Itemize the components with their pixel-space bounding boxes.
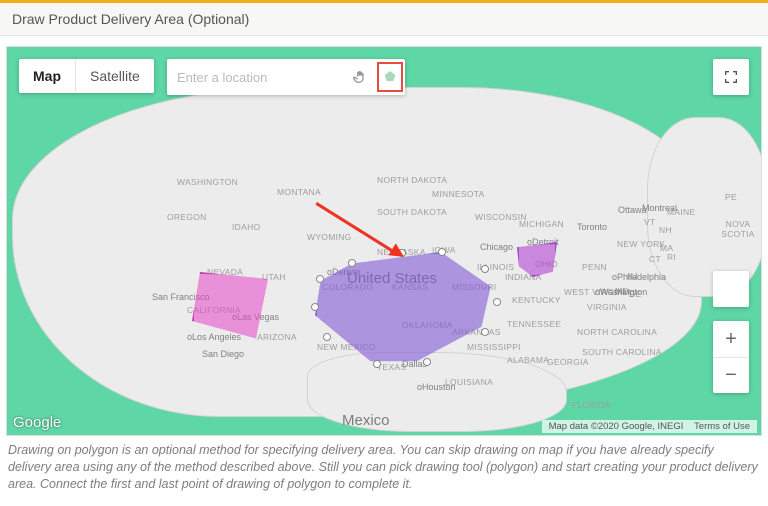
map-data-text: Map data ©2020 Google, INEGI	[549, 421, 684, 432]
polygon-vertex[interactable]	[323, 333, 331, 341]
zoom-controls: + −	[713, 321, 749, 393]
city-label: oPhiladelphia	[612, 272, 666, 282]
polygon-vertex[interactable]	[311, 303, 319, 311]
location-search-input[interactable]	[167, 70, 347, 85]
terms-link[interactable]: Terms of Use	[694, 421, 750, 432]
city-label: Toronto	[577, 222, 607, 232]
polygon-icon	[382, 69, 398, 85]
polygon-vertex[interactable]	[423, 358, 431, 366]
city-label: oWashington	[595, 287, 647, 297]
city-label: Montreal	[642, 203, 677, 213]
zoom-out-button[interactable]: −	[713, 357, 749, 393]
map-extra-button[interactable]	[713, 271, 749, 307]
zoom-in-button[interactable]: +	[713, 321, 749, 357]
city-label: oLos Angeles	[187, 332, 241, 342]
map-type-satellite[interactable]: Satellite	[75, 59, 154, 93]
google-logo: Google	[13, 414, 61, 431]
panel-header: Draw Product Delivery Area (Optional)	[0, 0, 768, 36]
polygon-vertex[interactable]	[481, 328, 489, 336]
polygon-vertex[interactable]	[348, 259, 356, 267]
city-label: San Diego	[202, 349, 244, 359]
polygon-tool-button[interactable]	[377, 62, 403, 92]
polygon-vertex[interactable]	[481, 265, 489, 273]
map-type-toggle: Map Satellite	[19, 59, 154, 93]
polygon-vertex[interactable]	[373, 360, 381, 368]
polygon-vertex[interactable]	[493, 298, 501, 306]
map-type-map[interactable]: Map	[19, 59, 75, 93]
fullscreen-icon	[723, 69, 739, 85]
instruction-text: Drawing on polygon is an optional method…	[8, 442, 760, 493]
map-attribution: Map data ©2020 Google, INEGI Terms of Us…	[542, 420, 757, 433]
polygon-vertex[interactable]	[316, 275, 324, 283]
state-label: FLORIDA	[572, 400, 611, 410]
fullscreen-button[interactable]	[713, 59, 749, 95]
city-label: oHouston	[417, 382, 456, 392]
panel-title: Draw Product Delivery Area (Optional)	[12, 11, 249, 27]
polygon-vertex[interactable]	[438, 248, 446, 256]
pan-tool-button[interactable]	[347, 59, 375, 95]
city-label: Chicago	[480, 242, 513, 252]
map-canvas[interactable]: United States Mexico WASHINGTONMONTANANO…	[6, 46, 762, 436]
country-label-mx: Mexico	[342, 412, 390, 429]
map-toolbar	[167, 59, 405, 95]
hand-icon	[353, 69, 369, 85]
